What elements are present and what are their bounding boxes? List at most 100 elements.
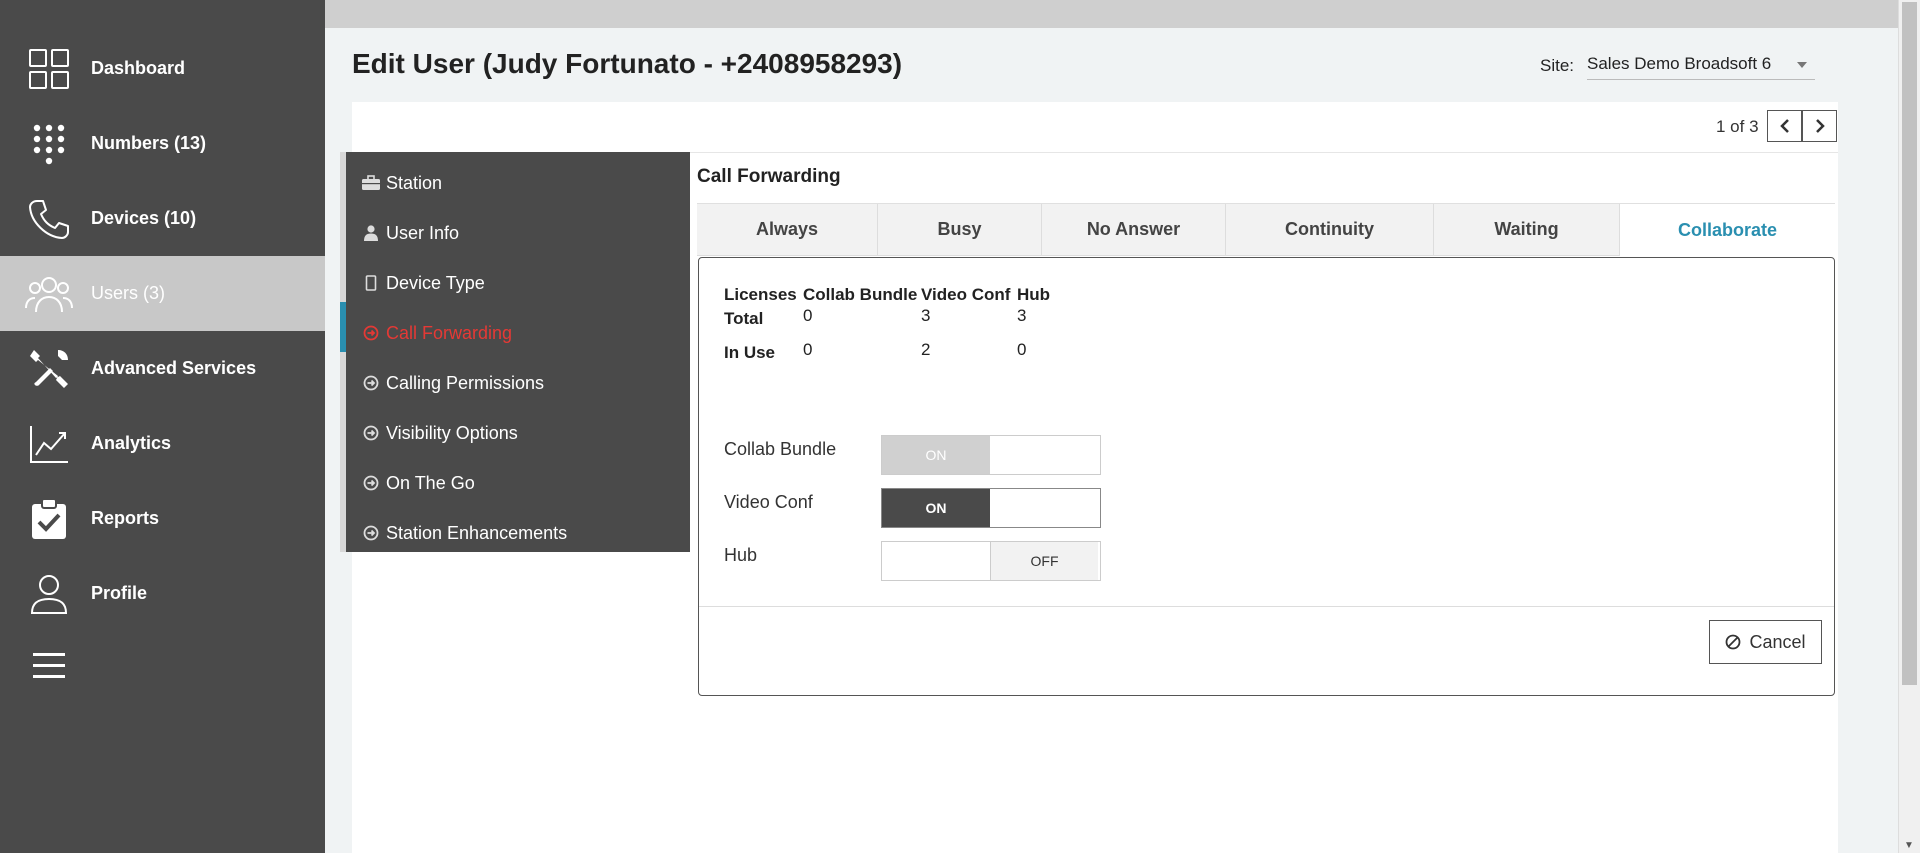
hamburger-menu-icon: [25, 642, 73, 690]
toggle-off-segment: OFF: [990, 542, 1098, 580]
sidebar-item-advanced-services[interactable]: Advanced Services: [0, 331, 325, 406]
pager-text: 1 of 3: [1716, 117, 1759, 136]
page-title: Edit User (Judy Fortunato - +2408958293): [352, 48, 903, 79]
user-settings-menu: Station User Info Device Type Call Forwa…: [346, 152, 690, 552]
cancel-circle-icon: [1725, 634, 1741, 650]
clipboard-check-icon: [25, 495, 73, 543]
video-conf-toggle[interactable]: ON: [881, 488, 1101, 528]
scrollbar-thumb[interactable]: [1902, 2, 1917, 685]
users-icon: [25, 270, 73, 318]
hub-toggle[interactable]: OFF: [881, 541, 1101, 581]
sidebar-item-label: Advanced Services: [91, 358, 257, 378]
chevron-left-icon: [1779, 119, 1789, 133]
device-icon: [362, 274, 380, 292]
menu-item-call-forwarding[interactable]: Call Forwarding: [362, 308, 512, 358]
sidebar-menu-toggle[interactable]: [0, 628, 325, 703]
collab-bundle-header: Collab Bundle: [803, 285, 918, 304]
call-forwarding-tabs: Always Busy No Answer Continuity Waiting…: [697, 203, 1835, 256]
tools-icon: [25, 345, 73, 393]
video-conf-header: Video Conf: [921, 285, 1011, 304]
arrow-circle-icon: [362, 424, 380, 442]
menu-item-label: Calling Permissions: [386, 372, 545, 393]
menu-item-user-info[interactable]: User Info: [362, 208, 459, 258]
sidebar-item-devices[interactable]: Devices (10): [0, 181, 325, 256]
toggle-on-segment: ON: [882, 489, 990, 527]
menu-item-label: Device Type: [386, 272, 485, 293]
menu-item-station[interactable]: Station: [362, 158, 442, 208]
menu-item-label: Call Forwarding: [386, 322, 513, 343]
scroll-down-arrow-icon[interactable]: ▼: [1904, 840, 1914, 851]
sidebar-item-analytics[interactable]: Analytics: [0, 406, 325, 481]
prev-page-button[interactable]: [1767, 110, 1802, 142]
sidebar-item-label: Devices (10): [91, 208, 197, 228]
collaborate-tab-body: [698, 257, 1835, 696]
licenses-header: Licenses: [724, 285, 797, 304]
phone-icon: [25, 195, 73, 243]
menu-item-visibility-options[interactable]: Visibility Options: [362, 408, 518, 458]
cancel-label: Cancel: [1749, 631, 1806, 652]
sidebar-item-numbers[interactable]: Numbers (13): [0, 106, 325, 181]
menu-item-device-type[interactable]: Device Type: [362, 258, 485, 308]
total-hub: 3: [1017, 306, 1027, 325]
collab-bundle-toggle[interactable]: ON: [881, 435, 1101, 475]
sidebar: Dashboard Numbers (13) Devices (10) User…: [0, 0, 325, 853]
panel-divider: [690, 152, 1838, 153]
footer-divider: [699, 606, 1834, 607]
sidebar-item-label: Profile: [91, 583, 148, 603]
dashboard-grid-icon: [25, 45, 73, 93]
total-collab-bundle: 0: [803, 306, 813, 325]
arrow-circle-icon: [362, 374, 380, 392]
person-icon: [362, 224, 380, 242]
sidebar-item-users[interactable]: Users (3): [0, 256, 325, 331]
sidebar-item-label: Reports: [91, 508, 160, 528]
menu-item-station-enhancements[interactable]: Station Enhancements: [362, 508, 567, 558]
menu-item-on-the-go[interactable]: On The Go: [362, 458, 475, 508]
site-label: Site:: [1540, 56, 1575, 75]
tab-busy[interactable]: Busy: [878, 204, 1042, 256]
menu-item-label: User Info: [386, 222, 460, 243]
cancel-button[interactable]: Cancel: [1709, 620, 1822, 664]
tab-no-answer[interactable]: No Answer: [1042, 204, 1226, 256]
tab-collaborate[interactable]: Collaborate: [1620, 204, 1835, 256]
arrow-circle-icon: [362, 524, 380, 542]
tab-waiting[interactable]: Waiting: [1434, 204, 1620, 256]
arrow-circle-icon: [362, 474, 380, 492]
chevron-down-icon: [1797, 62, 1807, 68]
total-video-conf: 3: [921, 306, 931, 325]
video-conf-label: Video Conf: [724, 492, 813, 512]
menu-item-label: Station Enhancements: [386, 522, 568, 543]
sidebar-item-dashboard[interactable]: Dashboard: [0, 31, 325, 106]
sidebar-item-label: Dashboard: [91, 58, 186, 78]
sidebar-item-label: Numbers (13): [91, 133, 207, 153]
briefcase-icon: [362, 174, 380, 192]
in-use-row-label: In Use: [724, 343, 776, 362]
in-use-collab-bundle: 0: [803, 340, 813, 359]
in-use-hub: 0: [1017, 340, 1027, 359]
collab-bundle-label: Collab Bundle: [724, 439, 837, 459]
sidebar-item-label: Users (3): [91, 283, 166, 303]
sidebar-item-label: Analytics: [91, 433, 172, 453]
page-scrollbar[interactable]: ▼: [1898, 0, 1920, 853]
next-page-button[interactable]: [1802, 110, 1837, 142]
keypad-icon: [25, 120, 73, 168]
menu-item-label: Visibility Options: [386, 422, 518, 443]
sidebar-item-profile[interactable]: Profile: [0, 556, 325, 631]
site-select[interactable]: Sales Demo Broadsoft 6: [1587, 54, 1815, 80]
top-bar: [300, 0, 1898, 28]
sidebar-item-reports[interactable]: Reports: [0, 481, 325, 556]
tab-always[interactable]: Always: [697, 204, 878, 256]
profile-icon: [25, 570, 73, 618]
arrow-circle-icon: [362, 324, 380, 342]
menu-item-label: On The Go: [386, 472, 475, 493]
chevron-right-icon: [1815, 119, 1825, 133]
menu-item-calling-permissions[interactable]: Calling Permissions: [362, 358, 544, 408]
in-use-video-conf: 2: [921, 340, 931, 359]
toggle-on-segment: ON: [882, 436, 990, 474]
hub-label: Hub: [724, 545, 758, 565]
analytics-chart-icon: [25, 420, 73, 468]
section-title: Call Forwarding: [697, 166, 841, 187]
total-row-label: Total: [724, 309, 764, 328]
hub-header: Hub: [1017, 285, 1051, 304]
site-select-value: Sales Demo Broadsoft 6: [1587, 54, 1772, 73]
tab-continuity[interactable]: Continuity: [1226, 204, 1434, 256]
